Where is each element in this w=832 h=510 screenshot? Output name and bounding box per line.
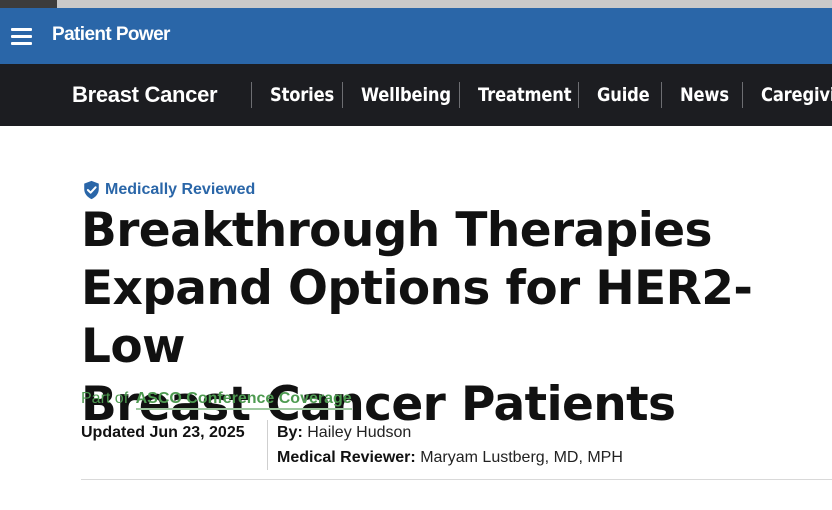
nav-items: Stories Wellbeing Treatment Guide News C… (251, 64, 832, 126)
nav-link-caregiving[interactable]: Caregivin (761, 84, 832, 106)
author-line: By: Hailey Hudson (277, 424, 411, 442)
author-label: By: (277, 424, 303, 441)
hamburger-menu-icon[interactable] (11, 27, 32, 45)
nav-item-treatment[interactable]: Treatment (459, 64, 578, 126)
series-link[interactable]: ASCO Conference Coverage (135, 390, 352, 410)
reviewer-label: Medical Reviewer: (277, 449, 416, 466)
nav-item-guide[interactable]: Guide (578, 64, 661, 126)
browser-tab-dark (0, 0, 57, 8)
nav-link-stories[interactable]: Stories (270, 84, 334, 106)
nav-item-stories[interactable]: Stories (251, 64, 342, 126)
nav-link-guide[interactable]: Guide (597, 84, 650, 106)
nav-section-title[interactable]: Breast Cancer (72, 82, 218, 108)
site-logo[interactable]: Patient Power (52, 24, 170, 46)
medically-reviewed-label: Medically Reviewed (105, 181, 256, 198)
reviewer-line: Medical Reviewer: Maryam Lustberg, MD, M… (277, 449, 623, 467)
article-title-line: Expand Options for HER2-Low (81, 261, 753, 374)
article-title-line: Breakthrough Therapies (81, 203, 712, 258)
nav-item-wellbeing[interactable]: Wellbeing (342, 64, 459, 126)
divider-rule (81, 479, 832, 480)
nav-item-caregiving[interactable]: Caregivin (742, 64, 832, 126)
brand-bar: Patient Power (0, 8, 832, 64)
author-name[interactable]: Hailey Hudson (307, 424, 411, 441)
nav-item-news[interactable]: News (661, 64, 742, 126)
nav-link-treatment[interactable]: Treatment (478, 84, 572, 106)
nav-link-news[interactable]: News (680, 84, 729, 106)
nav-link-wellbeing[interactable]: Wellbeing (361, 84, 451, 106)
shield-check-icon (84, 180, 99, 200)
part-of-series: Part of ASCO Conference Coverage (81, 390, 352, 410)
meta-divider (267, 420, 268, 470)
section-nav: Breast Cancer Stories Wellbeing Treatmen… (0, 64, 832, 126)
part-of-prefix: Part of (81, 390, 129, 407)
medically-reviewed-badge[interactable]: Medically Reviewed (82, 180, 255, 200)
browser-top-strip (0, 0, 832, 8)
updated-date: Updated Jun 23, 2025 (81, 424, 245, 441)
reviewer-name[interactable]: Maryam Lustberg, MD, MPH (420, 449, 623, 466)
